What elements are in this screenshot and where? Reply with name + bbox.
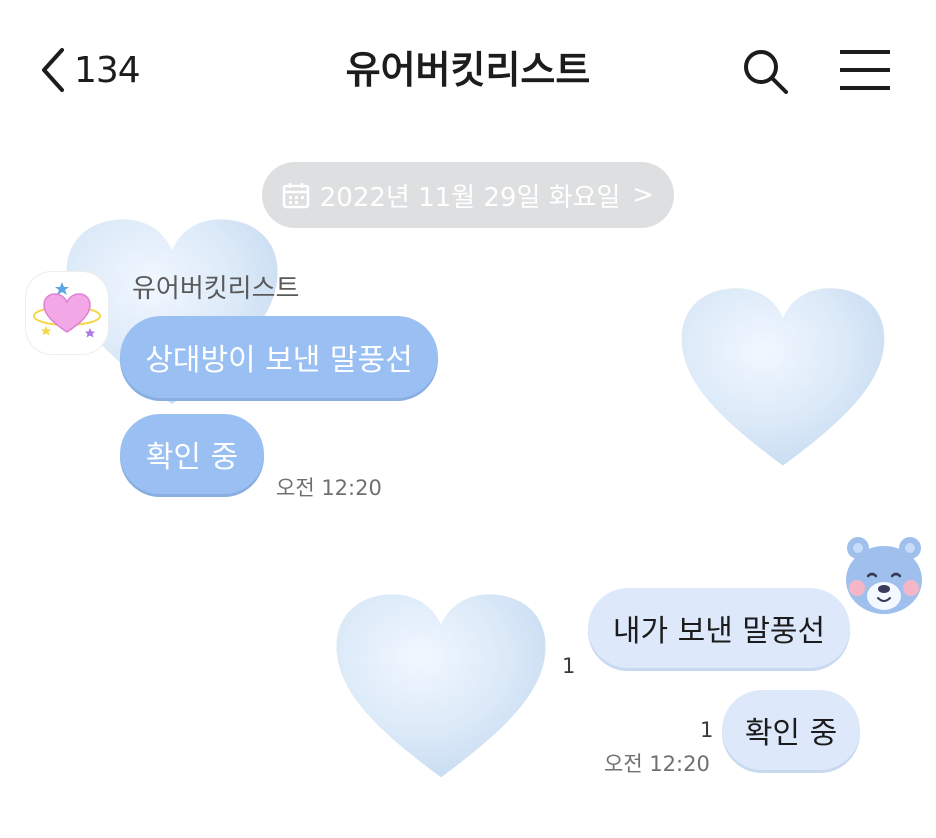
menu-button[interactable] [838,48,892,96]
bear-icon [846,537,922,614]
message-text: 상대방이 보낸 말풍선 [145,343,413,378]
heart-decoration [681,288,885,466]
sender-name: 유어버킷리스트 [132,274,300,304]
incoming-message-bubble[interactable]: 확인 중 [120,414,264,494]
message-text: 확인 중 [145,440,239,475]
heart-decoration [336,594,546,778]
date-divider[interactable]: 2022년 11월 29일 화요일 > [262,162,674,228]
chat-header: 134 유어버킷리스트 [0,0,936,140]
outgoing-message-bubble[interactable]: 내가 보낸 말풍선 [588,588,850,668]
message-text: 확인 중 [744,716,838,751]
chevron-right-icon: > [632,180,655,210]
date-label: 2022년 11월 29일 화요일 [319,182,621,213]
message-text: 내가 보낸 말풍선 [612,614,826,649]
unread-indicator: 1 [562,654,576,678]
unread-indicator: 1 [700,718,714,742]
outgoing-message-bubble[interactable]: 확인 중 [722,690,860,770]
message-timestamp: 오전 12:20 [276,476,382,500]
message-timestamp: 오전 12:20 [604,752,710,776]
search-button[interactable] [740,46,790,100]
sender-avatar[interactable] [26,272,108,354]
heart-planet-icon [33,282,101,338]
search-icon [744,50,788,94]
chat-title: 유어버킷리스트 [345,48,591,92]
calendar-icon [282,183,310,209]
menu-icon [840,50,890,90]
my-avatar[interactable] [842,534,926,620]
incoming-message-bubble[interactable]: 상대방이 보낸 말풍선 [120,316,438,398]
